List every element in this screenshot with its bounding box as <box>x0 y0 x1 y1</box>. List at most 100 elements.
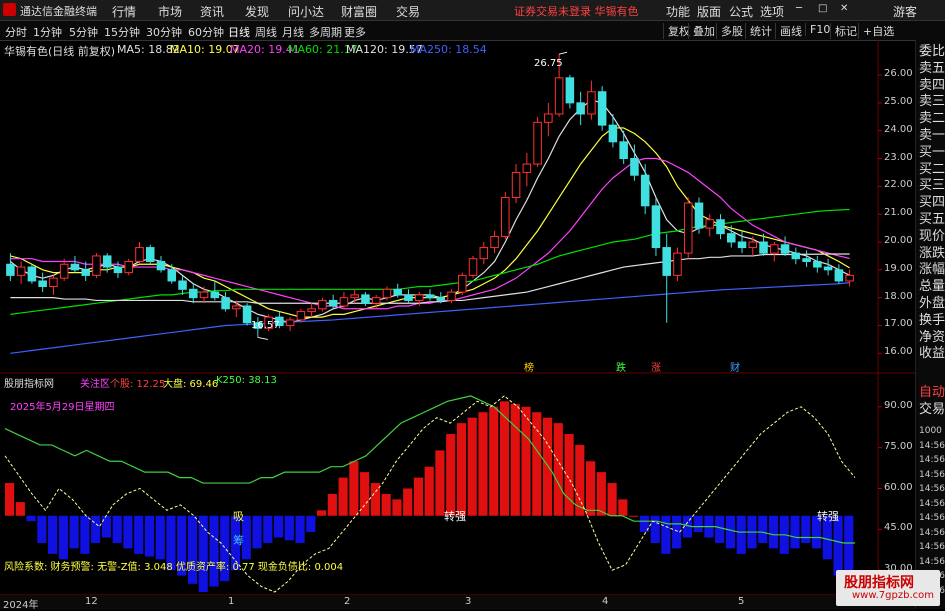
quote-field-label[interactable]: 涨幅 <box>919 262 945 278</box>
menu-ask[interactable]: 问小达 <box>288 3 324 20</box>
quote-field-label[interactable]: 卖二 <box>919 111 945 127</box>
indicator-bar <box>650 515 660 543</box>
menu-market[interactable]: 市场 <box>158 3 182 20</box>
tf-more[interactable]: 更多 <box>344 24 366 40</box>
quote-field-label[interactable]: 买一 <box>919 145 945 161</box>
tf-60min[interactable]: 60分钟 <box>188 24 224 40</box>
indicator-bar <box>134 515 144 554</box>
indicator-bar <box>15 502 25 516</box>
menu-trade[interactable]: 交易 <box>396 3 420 20</box>
quote-field-label[interactable]: 买三 <box>919 178 945 194</box>
candle-body <box>759 241 768 254</box>
quote-field-label[interactable]: 买五 <box>919 212 945 228</box>
indicator-bar <box>499 401 510 516</box>
quote-field-label[interactable]: 现价 <box>919 229 945 245</box>
maximize-icon[interactable]: □ <box>818 3 827 14</box>
btn-overlay[interactable]: 叠加 <box>688 23 715 39</box>
panel-lower-label[interactable]: 自动 <box>919 385 945 401</box>
indicator-axis-label: 90.00 <box>884 399 913 411</box>
candle-body <box>479 247 489 260</box>
menu-layout[interactable]: 版面 <box>697 3 721 20</box>
btn-mark[interactable]: 标记 <box>830 23 857 39</box>
indicator-bar <box>284 515 294 541</box>
watermark-url: www.7gpzb.com <box>852 590 934 601</box>
candle-body <box>210 291 220 299</box>
candle-body <box>640 174 650 207</box>
candle-body <box>802 258 811 262</box>
quote-field-label[interactable]: 买二 <box>919 162 945 178</box>
quote-field-label[interactable]: 卖五 <box>919 61 945 77</box>
candle-body <box>371 297 381 304</box>
btn-f10[interactable]: F10 <box>805 23 830 36</box>
candle-body <box>490 235 499 249</box>
indicator-bar <box>295 515 305 543</box>
menu-function[interactable]: 功能 <box>666 3 690 20</box>
tf-30min[interactable]: 30分钟 <box>146 24 182 40</box>
candle-body <box>705 219 715 229</box>
btn-stats[interactable]: 统计 <box>745 23 772 39</box>
quote-field-label[interactable]: 净资 <box>919 330 945 346</box>
quote-field-label[interactable]: 委比 <box>919 44 945 60</box>
candle-body <box>189 288 198 299</box>
event-label-rise[interactable]: 涨 <box>651 359 661 374</box>
indicator-bar <box>661 515 671 554</box>
tf-daily[interactable]: 日线 <box>228 24 250 40</box>
high-marker: 26.75 <box>534 58 563 69</box>
minimize-icon[interactable]: ─ <box>796 3 802 14</box>
tf-1min[interactable]: 1分钟 <box>33 24 62 40</box>
candle-body <box>576 102 585 115</box>
menu-options[interactable]: 选项 <box>760 3 784 20</box>
indicator-stock: 个股: 12.25 <box>110 379 166 390</box>
btn-adjust[interactable]: 复权 <box>663 23 690 39</box>
tf-monthly[interactable]: 月线 <box>282 24 304 40</box>
x-label-12: 12 <box>85 596 98 607</box>
low-marker-arrow <box>257 336 268 340</box>
quote-field-label[interactable]: 换手 <box>919 313 945 329</box>
menu-quotes[interactable]: 行情 <box>112 3 136 20</box>
quote-field-label[interactable]: 卖三 <box>919 94 945 110</box>
tf-15min[interactable]: 15分钟 <box>104 24 140 40</box>
quote-field-label[interactable]: 外盘 <box>919 296 945 312</box>
indicator-bar <box>112 515 122 543</box>
candle-body <box>81 269 90 276</box>
quote-field-label[interactable]: 总量 <box>919 279 945 295</box>
candle-body <box>823 266 833 271</box>
indicator-bar <box>327 493 337 516</box>
indicator-bar <box>435 450 445 516</box>
quote-field-label[interactable]: 收益 <box>919 346 945 362</box>
event-label-finance[interactable]: 财 <box>730 359 740 374</box>
tf-multi[interactable]: 多周期 <box>309 24 342 40</box>
indicator-bar <box>91 515 101 543</box>
indicator-bar <box>521 406 531 516</box>
price-axis-label: 23.00 <box>884 151 913 163</box>
app-logo-icon <box>3 3 16 16</box>
candle-body <box>339 297 349 307</box>
quote-field-label[interactable]: 卖一 <box>919 128 945 144</box>
quote-panel: 委比 卖五 卖四 卖三 卖二 卖一 买一 买二 买三 买四 买五 现价 涨跌 涨幅 总量 外盘 换手 净资 收益自动… <box>915 40 945 609</box>
panel-lower-label[interactable]: 交易 <box>919 402 945 418</box>
event-label-fall[interactable]: 跌 <box>616 359 626 374</box>
indicator-bar <box>26 515 36 522</box>
quote-field-label[interactable]: 卖四 <box>919 78 945 94</box>
btn-add-watch[interactable]: +自选 <box>858 23 894 39</box>
indicator-bar <box>187 515 198 584</box>
indicator-axis-label: 45.00 <box>884 522 913 534</box>
quote-field-label[interactable]: 涨跌 <box>919 246 945 262</box>
promo-text[interactable]: 证券交易未登录 华锡有色 <box>514 3 639 19</box>
tf-5min[interactable]: 5分钟 <box>69 24 98 40</box>
guest-button[interactable]: 游客 <box>893 3 917 20</box>
indicator-bar <box>715 515 725 543</box>
text-absorb: 吸 <box>233 510 244 523</box>
btn-multistock[interactable]: 多股 <box>716 23 743 39</box>
event-label-bang[interactable]: 榜 <box>524 359 534 374</box>
tf-weekly[interactable]: 周线 <box>255 24 277 40</box>
quote-field-label[interactable]: 买四 <box>919 195 945 211</box>
btn-draw[interactable]: 画线 <box>775 23 802 39</box>
menu-wealth[interactable]: 财富圈 <box>341 3 377 20</box>
indicator-name[interactable]: 股朋指标网 <box>4 375 54 390</box>
menu-news[interactable]: 资讯 <box>200 3 224 20</box>
close-icon[interactable]: ✕ <box>840 3 848 14</box>
menu-discover[interactable]: 发现 <box>245 3 269 20</box>
menu-formula[interactable]: 公式 <box>729 3 753 20</box>
tf-intraday[interactable]: 分时 <box>5 24 27 40</box>
